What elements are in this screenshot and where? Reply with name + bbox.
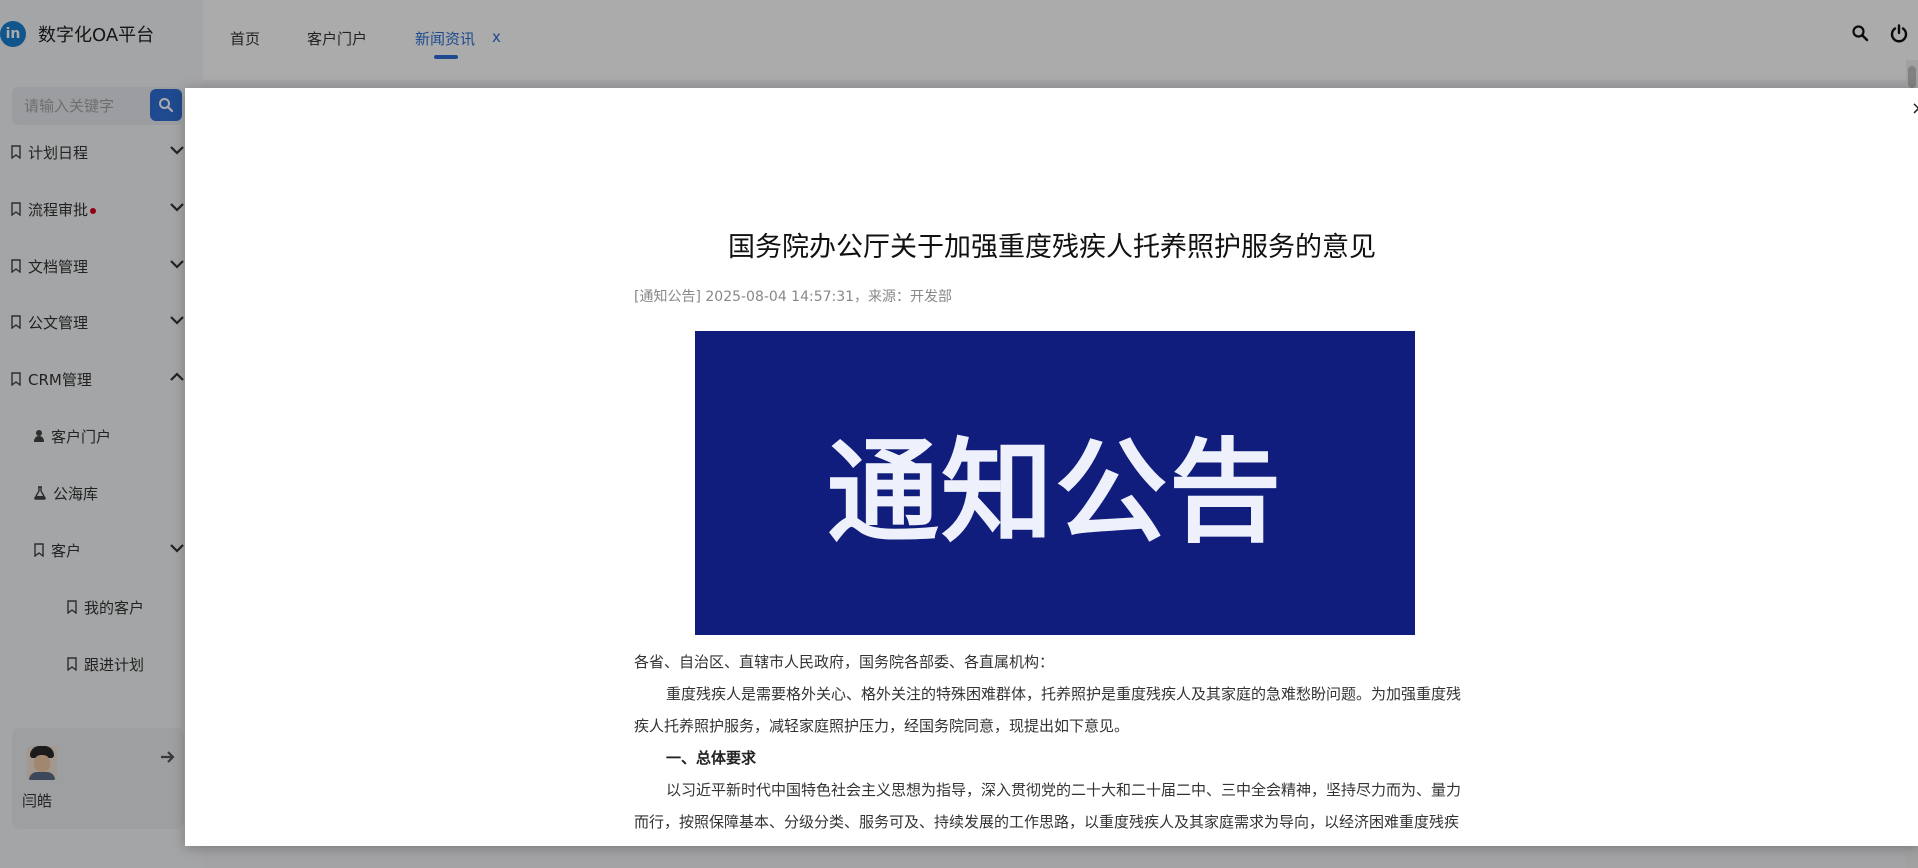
modal-close-button[interactable]: × xyxy=(1911,98,1918,119)
article-meta: [通知公告] 2025-08-04 14:57:31，来源：开发部 xyxy=(634,289,953,305)
news-detail-modal: × 国务院办公厅关于加强重度残疾人托养照护服务的意见 [通知公告] 2025-0… xyxy=(185,88,1918,846)
banner-text: 通知公告 xyxy=(827,428,1283,558)
article-paragraph: 重度残疾人是需要格外关心、格外关注的特殊困难群体，托养照护是重度残疾人及其家庭的… xyxy=(634,685,1462,735)
article-section-heading: 一、总体要求 xyxy=(666,749,757,767)
article: 国务院办公厅关于加强重度残疾人托养照护服务的意见 [通知公告] 2025-08-… xyxy=(634,228,1470,846)
article-paragraph: 以习近平新时代中国特色社会主义思想为指导，深入贯彻党的二十大和二十届二中、三中全… xyxy=(634,781,1462,846)
article-paragraph: 各省、自治区、直辖市人民政府，国务院各部委、各直属机构： xyxy=(634,653,1055,671)
article-body: 各省、自治区、直辖市人民政府，国务院各部委、各直属机构： 重度残疾人是需要格外关… xyxy=(634,646,1470,846)
article-title: 国务院办公厅关于加强重度残疾人托养照护服务的意见 xyxy=(728,232,1376,263)
article-banner-image: 通知公告 xyxy=(695,331,1415,635)
